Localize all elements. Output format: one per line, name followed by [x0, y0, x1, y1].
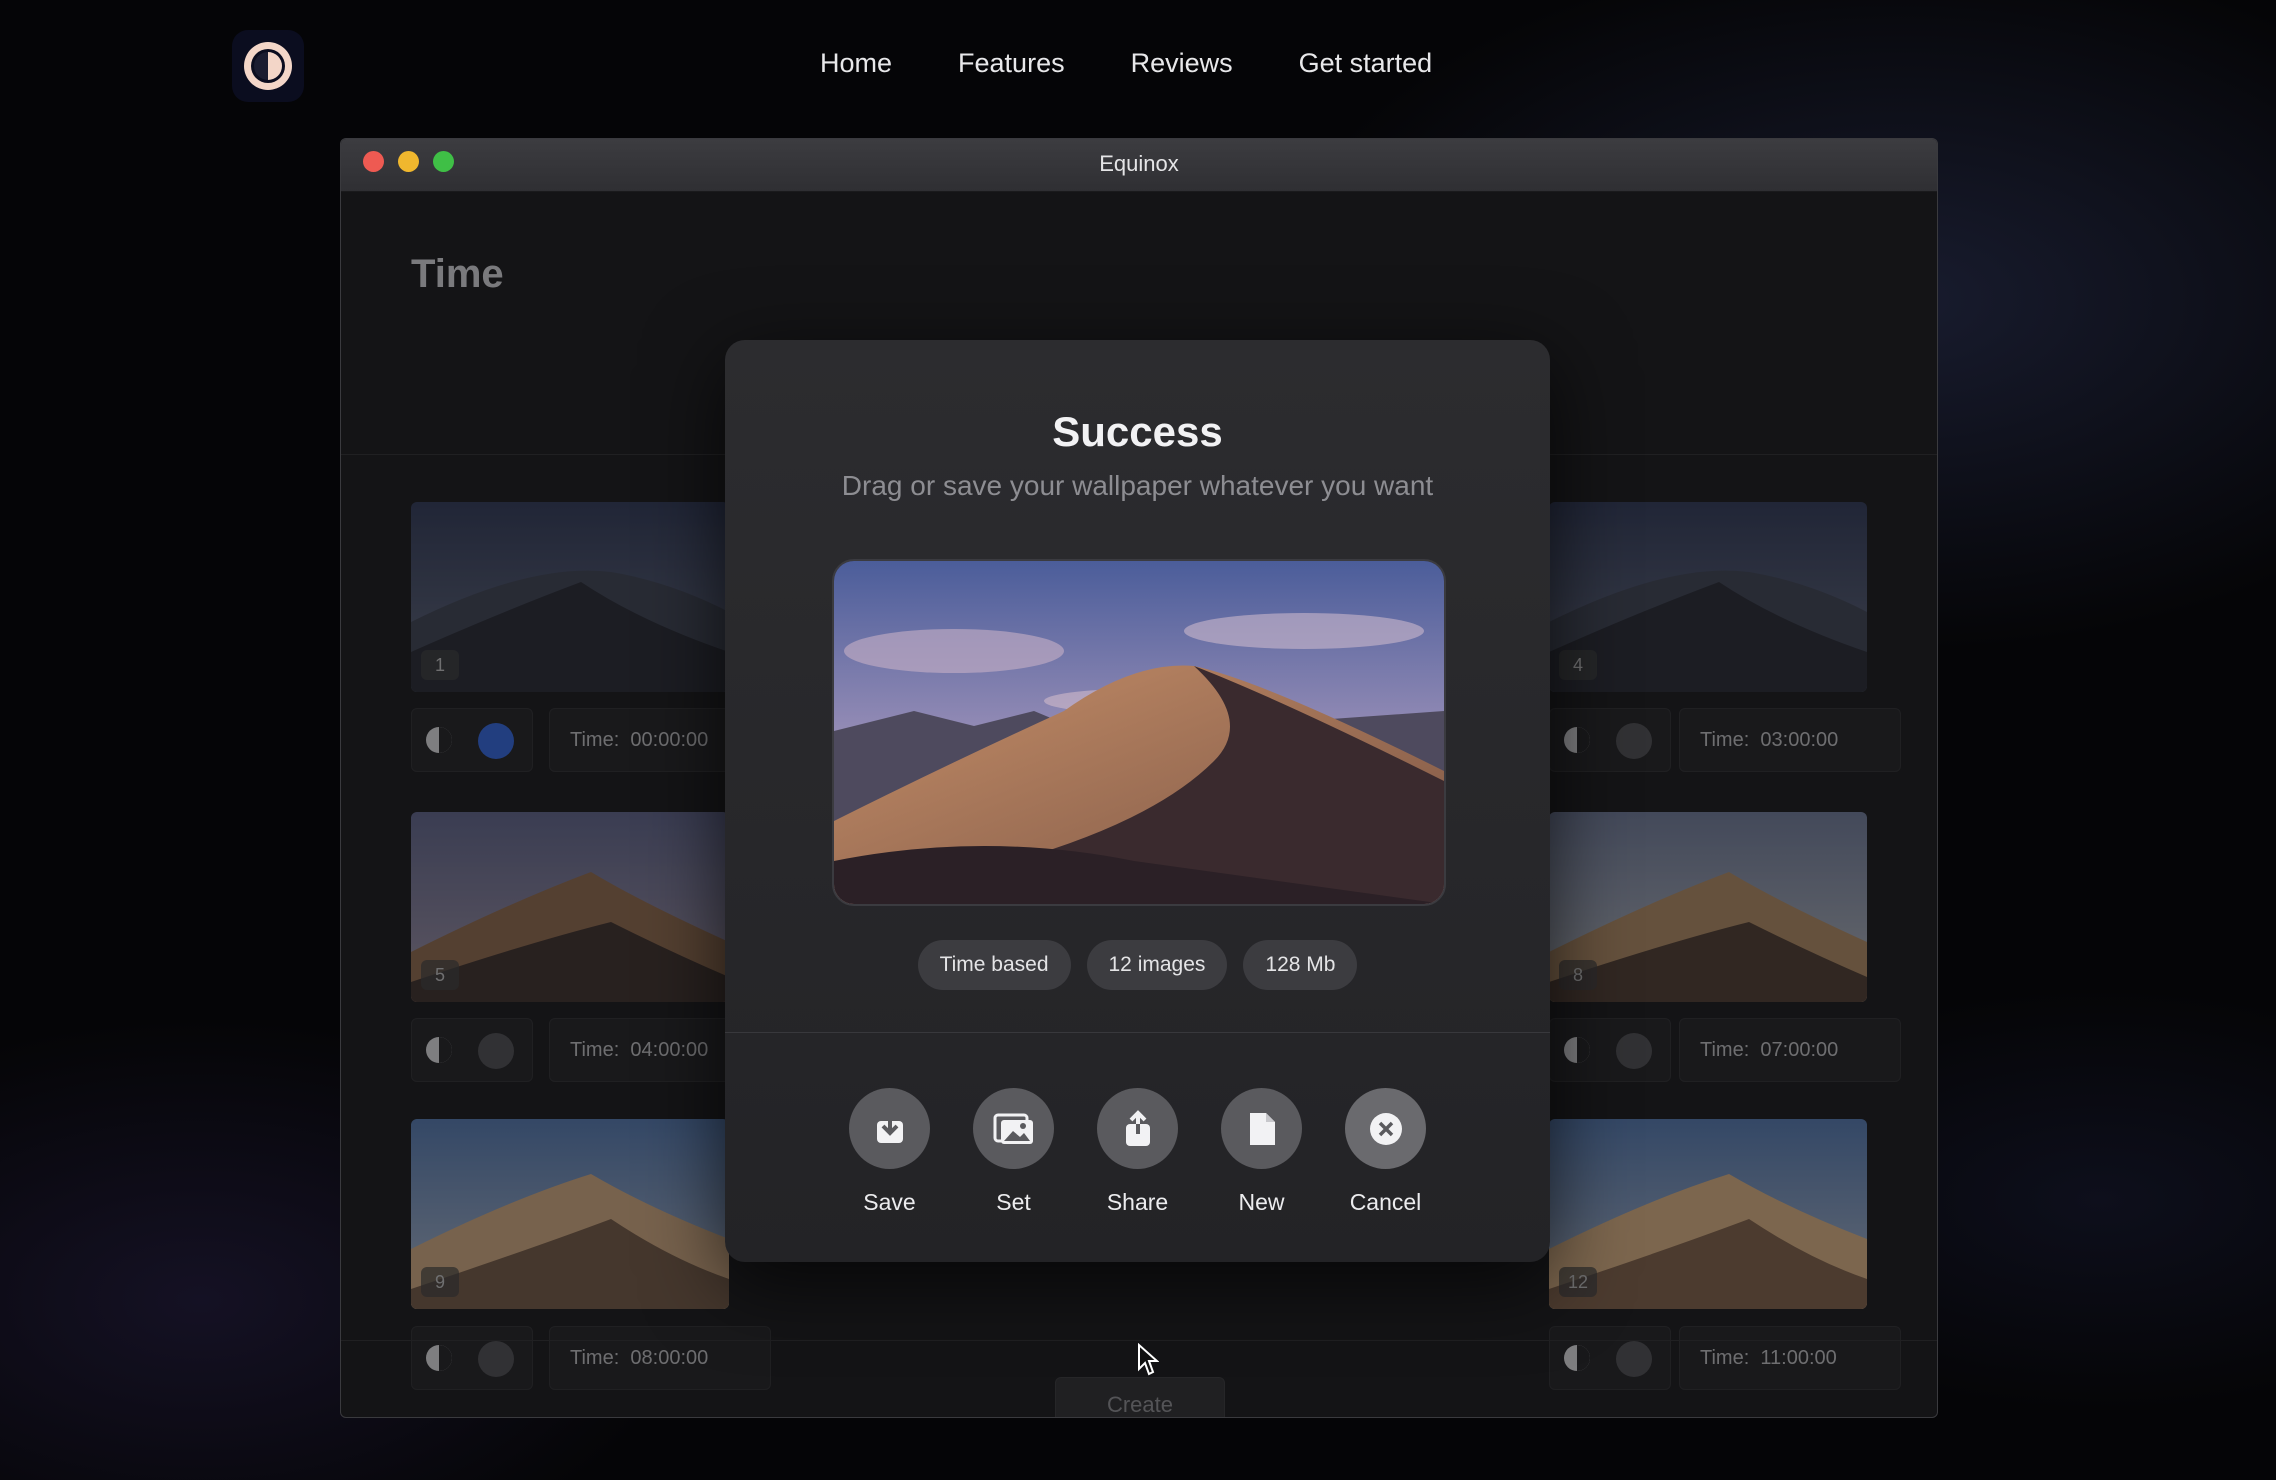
size-badge: 128 Mb [1243, 940, 1358, 990]
half-moon-icon[interactable] [424, 1343, 454, 1373]
half-moon-icon[interactable] [1562, 1343, 1592, 1373]
info-badges: Time based 12 images 128 Mb [725, 940, 1550, 990]
tile-number: 8 [1559, 960, 1597, 990]
selected-indicator[interactable] [478, 1033, 514, 1069]
time-field[interactable]: Time: 08:00:00 [549, 1326, 771, 1390]
save-label: Save [863, 1189, 916, 1215]
dialog-actions: Save Set Share New Cancel [725, 1088, 1550, 1216]
half-moon-icon[interactable] [1562, 725, 1592, 755]
type-badge: Time based [917, 940, 1071, 990]
new-button[interactable]: New [1221, 1088, 1302, 1216]
tile-appearance-control [411, 1326, 533, 1390]
success-dialog: Success Drag or save your wallpaper what… [725, 340, 1550, 1262]
divider [341, 1340, 1937, 1341]
nav-home[interactable]: Home [820, 48, 892, 79]
share-button[interactable]: Share [1097, 1088, 1178, 1216]
nav-features[interactable]: Features [958, 48, 1065, 79]
equinox-logo-icon[interactable] [232, 30, 304, 102]
save-icon[interactable] [849, 1088, 930, 1169]
selected-indicator[interactable] [478, 723, 514, 759]
divider [725, 1032, 1550, 1033]
selected-indicator[interactable] [478, 1341, 514, 1377]
dialog-subtitle: Drag or save your wallpaper whatever you… [841, 470, 1434, 501]
share-label: Share [1106, 1189, 1169, 1215]
time-field[interactable]: Time: 07:00:00 [1679, 1018, 1901, 1082]
save-button[interactable]: Save [849, 1088, 930, 1216]
new-label: New [1238, 1189, 1285, 1215]
time-label: Time: [570, 1038, 620, 1061]
time-label: Time: [570, 728, 620, 751]
window-titlebar: Equinox [341, 139, 1937, 192]
wallpaper-tile[interactable]: 5 [411, 812, 729, 1002]
wallpaper-tile[interactable]: 4 [1549, 502, 1867, 692]
window-title: Equinox [1099, 151, 1179, 176]
tile-number: 4 [1559, 650, 1597, 680]
close-icon[interactable] [1345, 1088, 1426, 1169]
tile-number: 9 [421, 1267, 459, 1297]
top-nav: Home Features Reviews Get started [820, 48, 1432, 79]
set-label: Set [996, 1189, 1031, 1215]
time-label: Time: [1700, 728, 1750, 751]
mouse-cursor-icon [1138, 1343, 1159, 1376]
time-field[interactable]: Time: 03:00:00 [1679, 708, 1901, 772]
cancel-button[interactable]: Cancel [1345, 1088, 1426, 1216]
tile-appearance-control [1549, 708, 1671, 772]
time-label: Time: [1700, 1038, 1750, 1061]
wallpaper-tile[interactable]: 8 [1549, 812, 1867, 1002]
time-value: 11:00:00 [1760, 1346, 1837, 1369]
half-moon-icon[interactable] [1562, 1035, 1592, 1065]
tile-appearance-control [1549, 1326, 1671, 1390]
image-icon[interactable] [973, 1088, 1054, 1169]
wallpaper-preview[interactable] [832, 559, 1446, 906]
image-count-badge: 12 images [1086, 940, 1228, 990]
tile-appearance-control [411, 708, 533, 772]
section-title: Time [411, 252, 504, 296]
wallpaper-tile[interactable]: 9 [411, 1119, 729, 1309]
time-field[interactable]: Time: 11:00:00 [1679, 1326, 1901, 1390]
selected-indicator[interactable] [1616, 723, 1652, 759]
wallpaper-tile[interactable]: 12 [1549, 1119, 1867, 1309]
new-file-icon[interactable] [1221, 1088, 1302, 1169]
tile-appearance-control [411, 1018, 533, 1082]
share-icon[interactable] [1097, 1088, 1178, 1169]
time-value: 00:00:00 [630, 728, 709, 751]
time-label: Time: [570, 1346, 620, 1369]
set-button[interactable]: Set [973, 1088, 1054, 1216]
tile-appearance-control [1549, 1018, 1671, 1082]
time-value: 04:00:00 [630, 1038, 709, 1061]
nav-reviews[interactable]: Reviews [1131, 48, 1233, 79]
time-value: 08:00:00 [630, 1346, 709, 1369]
time-value: 03:00:00 [1760, 728, 1839, 751]
half-moon-icon[interactable] [424, 1035, 454, 1065]
selected-indicator[interactable] [1616, 1341, 1652, 1377]
nav-get-started[interactable]: Get started [1299, 48, 1433, 79]
selected-indicator[interactable] [1616, 1033, 1652, 1069]
time-label: Time: [1700, 1346, 1750, 1369]
half-moon-icon[interactable] [424, 725, 454, 755]
tile-number: 12 [1559, 1267, 1597, 1297]
cancel-label: Cancel [1349, 1189, 1422, 1215]
create-button[interactable]: Create [1055, 1377, 1225, 1417]
time-value: 07:00:00 [1760, 1038, 1839, 1061]
tile-number: 5 [421, 960, 459, 990]
tile-number: 1 [421, 650, 459, 680]
dialog-title: Success [1052, 408, 1223, 455]
wallpaper-tile[interactable]: 1 [411, 502, 729, 692]
